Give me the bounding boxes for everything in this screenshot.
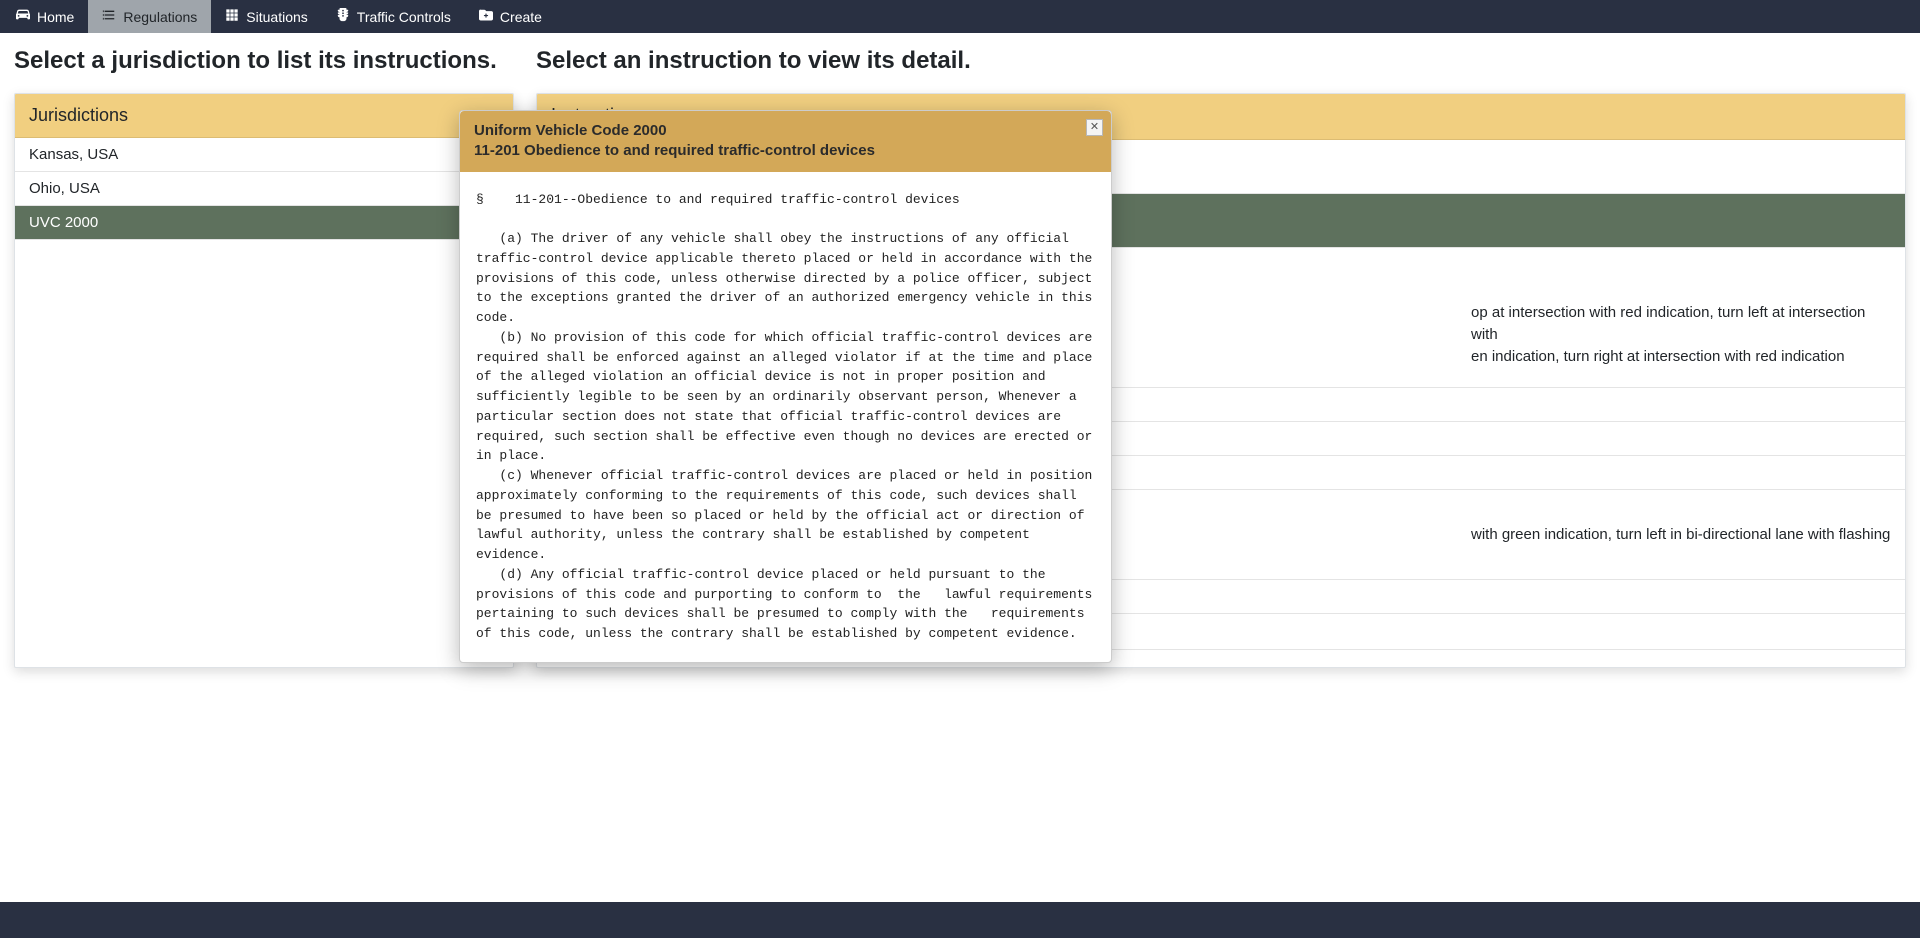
nav-situations-label: Situations — [246, 9, 307, 25]
nav-regulations-label: Regulations — [123, 9, 197, 25]
nav-create[interactable]: Create — [465, 0, 556, 33]
list-icon — [102, 8, 116, 25]
jurisdictions-panel: Jurisdictions Kansas, USA Ohio, USA UVC … — [14, 93, 514, 668]
nav-regulations[interactable]: Regulations — [88, 0, 211, 33]
modal-body-text: § 11-201--Obedience to and required traf… — [460, 172, 1111, 662]
nav-traffic-controls[interactable]: Traffic Controls — [322, 0, 465, 33]
nav-create-label: Create — [500, 9, 542, 25]
jurisdiction-row-uvc2000[interactable]: UVC 2000 — [15, 206, 513, 240]
meta-partial-2: en indication, turn right at intersectio… — [1471, 348, 1845, 365]
right-heading: Select an instruction to view its detail… — [536, 47, 1906, 75]
regulation-detail-modal: Uniform Vehicle Code 2000 11-201 Obedien… — [459, 110, 1112, 663]
grid-icon — [225, 8, 239, 25]
top-navbar: Home Regulations Situations Traffic Cont… — [0, 0, 1920, 33]
modal-close-button[interactable]: ✕ — [1086, 119, 1103, 136]
jurisdiction-row-ohio[interactable]: Ohio, USA — [15, 172, 513, 206]
meta-partial-1: op at intersection with red indication, … — [1471, 304, 1865, 343]
footer-bar — [0, 902, 1920, 938]
nav-situations[interactable]: Situations — [211, 0, 321, 33]
jurisdiction-row-kansas[interactable]: Kansas, USA — [15, 138, 513, 172]
folder-plus-icon — [479, 8, 493, 25]
modal-header[interactable]: Uniform Vehicle Code 2000 11-201 Obedien… — [460, 111, 1111, 172]
modal-title-line2: 11-201 Obedience to and required traffic… — [474, 141, 1097, 161]
meta-partial-3: with green indication, turn left in bi-d… — [1471, 526, 1890, 543]
nav-home[interactable]: Home — [0, 0, 88, 33]
nav-traffic-controls-label: Traffic Controls — [357, 9, 451, 25]
left-heading: Select a jurisdiction to list its instru… — [14, 47, 514, 75]
car-icon — [16, 8, 30, 25]
nav-home-label: Home — [37, 9, 74, 25]
jurisdictions-header: Jurisdictions — [15, 94, 513, 138]
traffic-light-icon — [336, 8, 350, 25]
modal-title-line1: Uniform Vehicle Code 2000 — [474, 121, 1097, 141]
